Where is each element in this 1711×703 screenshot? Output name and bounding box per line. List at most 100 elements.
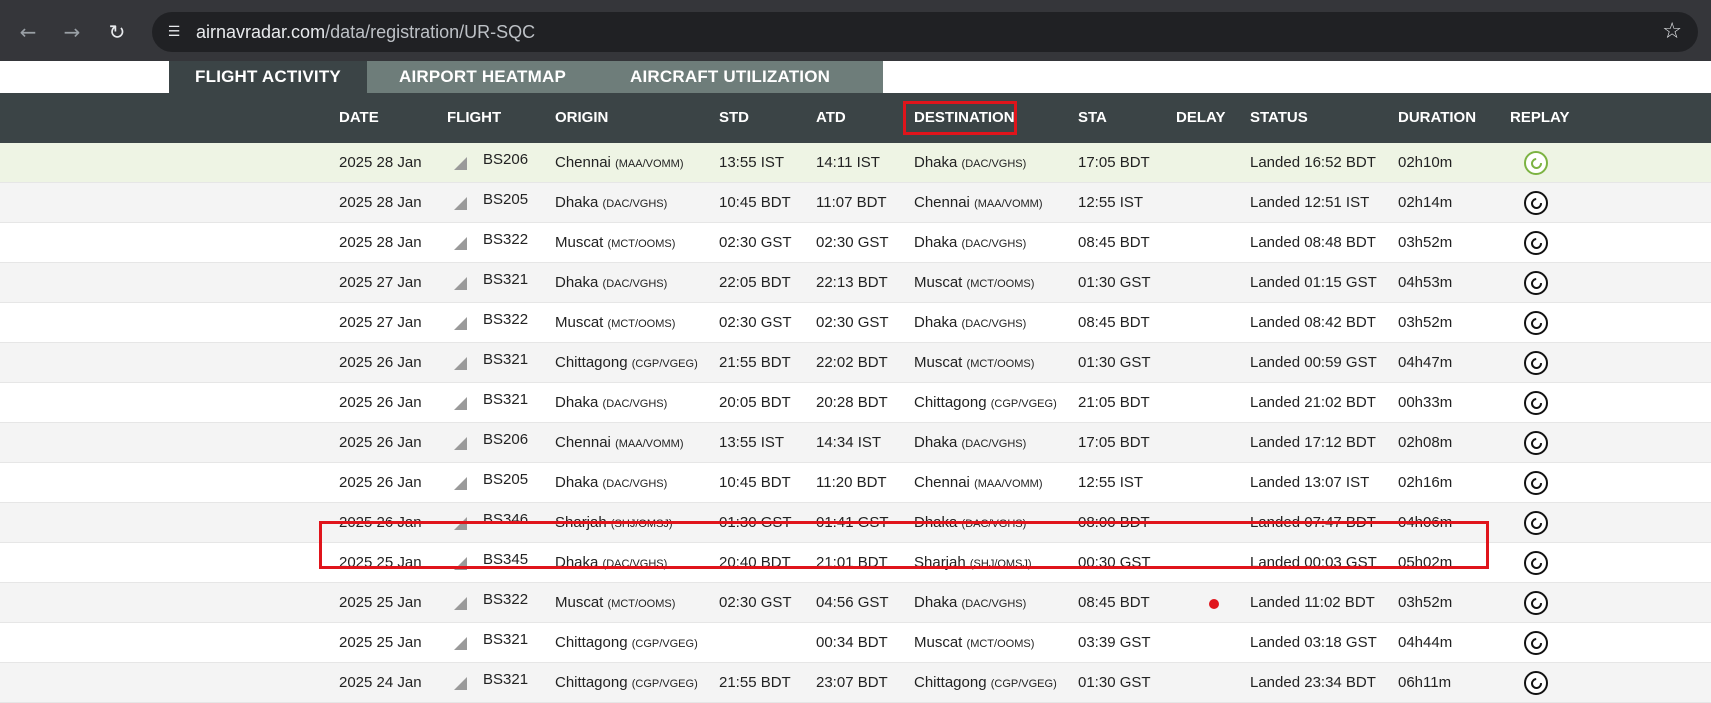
- table-row[interactable]: 2025 24 Jan BS321 Chittagong (CGP/VGEG) 21:…: [0, 663, 1711, 703]
- cell-destination[interactable]: Chennai (MAA/VOMM): [914, 474, 1043, 491]
- cell-origin[interactable]: Chennai (MAA/VOMM): [555, 154, 684, 171]
- col-delay[interactable]: DELAY: [1176, 109, 1225, 126]
- cell-origin[interactable]: Dhaka (DAC/VGHS): [555, 474, 667, 491]
- cell-origin[interactable]: Sharjah (SHJ/OMSJ): [555, 514, 673, 531]
- replay-icon[interactable]: [1524, 511, 1548, 535]
- cell-destination[interactable]: Dhaka (DAC/VGHS): [914, 594, 1026, 611]
- replay-icon-inner: [1528, 595, 1544, 611]
- cell-flight[interactable]: BS346: [483, 511, 528, 528]
- col-replay[interactable]: REPLAY: [1510, 109, 1569, 126]
- cell-origin[interactable]: Dhaka (DAC/VGHS): [555, 394, 667, 411]
- replay-icon[interactable]: [1524, 591, 1548, 615]
- replay-icon[interactable]: [1524, 551, 1548, 575]
- cell-destination[interactable]: Dhaka (DAC/VGHS): [914, 234, 1026, 251]
- table-row[interactable]: 2025 26 Jan BS321 Dhaka (DAC/VGHS) 20:05 BD…: [0, 383, 1711, 423]
- cell-flight[interactable]: BS321: [483, 631, 528, 648]
- replay-icon[interactable]: [1524, 391, 1548, 415]
- cell-origin[interactable]: Chittagong (CGP/VGEG): [555, 634, 698, 651]
- cell-destination[interactable]: Muscat (MCT/OOMS): [914, 354, 1034, 371]
- cell-flight[interactable]: BS322: [483, 311, 528, 328]
- table-row[interactable]: 2025 25 Jan BS322 Muscat (MCT/OOMS) 02:30 G…: [0, 583, 1711, 623]
- col-flight[interactable]: FLIGHT: [447, 109, 501, 126]
- origin-city: Dhaka: [555, 394, 599, 411]
- cell-origin[interactable]: Dhaka (DAC/VGHS): [555, 274, 667, 291]
- table-row[interactable]: 2025 26 Jan BS206 Chennai (MAA/VOMM) 13:55 …: [0, 423, 1711, 463]
- cell-origin[interactable]: Chittagong (CGP/VGEG): [555, 674, 698, 691]
- replay-icon[interactable]: [1524, 671, 1548, 695]
- cell-flight[interactable]: BS206: [483, 431, 528, 448]
- cell-destination[interactable]: Dhaka (DAC/VGHS): [914, 314, 1026, 331]
- table-row[interactable]: 2025 27 Jan BS321 Dhaka (DAC/VGHS) 22:05 BD…: [0, 263, 1711, 303]
- reload-icon[interactable]: ↻: [103, 18, 131, 46]
- cell-sta: 08:45 BDT: [1078, 234, 1150, 251]
- col-origin[interactable]: ORIGIN: [555, 109, 608, 126]
- delay-indicator-dot: [1209, 599, 1219, 609]
- forward-icon[interactable]: →: [58, 18, 86, 46]
- cell-destination[interactable]: Dhaka (DAC/VGHS): [914, 514, 1026, 531]
- cell-flight[interactable]: BS205: [483, 471, 528, 488]
- cell-flight[interactable]: BS321: [483, 271, 528, 288]
- table-row[interactable]: 2025 28 Jan BS205 Dhaka (DAC/VGHS) 10:45 BD…: [0, 183, 1711, 223]
- tab-aircraft-utilization[interactable]: AIRCRAFT UTILIZATION: [598, 61, 863, 93]
- cell-destination[interactable]: Chittagong (CGP/VGEG): [914, 674, 1057, 691]
- dest-code: (SHJ/OMSJ): [969, 558, 1032, 570]
- replay-icon[interactable]: [1524, 471, 1548, 495]
- cell-flight[interactable]: BS321: [483, 391, 528, 408]
- table-row[interactable]: 2025 25 Jan BS345 Dhaka (DAC/VGHS) 20:40 BD…: [0, 543, 1711, 583]
- replay-icon-inner: [1528, 675, 1544, 691]
- table-row[interactable]: 2025 28 Jan BS206 Chennai (MAA/VOMM) 13:55 …: [0, 143, 1711, 183]
- cell-destination[interactable]: Chennai (MAA/VOMM): [914, 194, 1043, 211]
- replay-icon[interactable]: [1524, 271, 1548, 295]
- back-icon[interactable]: ←: [14, 18, 42, 46]
- cell-destination[interactable]: Chittagong (CGP/VGEG): [914, 394, 1057, 411]
- col-std[interactable]: STD: [719, 109, 749, 126]
- cell-origin[interactable]: Dhaka (DAC/VGHS): [555, 194, 667, 211]
- cell-flight[interactable]: BS345: [483, 551, 528, 568]
- cell-origin[interactable]: Chittagong (CGP/VGEG): [555, 354, 698, 371]
- site-settings-icon[interactable]: ☰: [162, 20, 186, 44]
- cell-flight[interactable]: BS206: [483, 151, 528, 168]
- url-text[interactable]: airnavradar.com/data/registration/UR-SQC: [196, 22, 535, 43]
- col-date[interactable]: DATE: [339, 109, 379, 126]
- table-row[interactable]: 2025 26 Jan BS321 Chittagong (CGP/VGEG) 21:…: [0, 343, 1711, 383]
- tab-airport-heatmap[interactable]: AIRPORT HEATMAP: [367, 61, 599, 93]
- tab-flight-activity[interactable]: FLIGHT ACTIVITY: [169, 61, 367, 93]
- replay-icon[interactable]: [1524, 151, 1548, 175]
- replay-icon[interactable]: [1524, 231, 1548, 255]
- cell-flight[interactable]: BS322: [483, 231, 528, 248]
- cell-std: 02:30 GST: [719, 314, 792, 331]
- replay-icon[interactable]: [1524, 191, 1548, 215]
- table-row[interactable]: 2025 27 Jan BS322 Muscat (MCT/OOMS) 02:30 G…: [0, 303, 1711, 343]
- cell-flight[interactable]: BS321: [483, 671, 528, 688]
- cell-destination[interactable]: Sharjah (SHJ/OMSJ): [914, 554, 1032, 571]
- address-bar[interactable]: ☰ airnavradar.com/data/registration/UR-S…: [152, 12, 1698, 52]
- replay-icon[interactable]: [1524, 311, 1548, 335]
- bookmark-star-icon[interactable]: ☆: [1662, 19, 1682, 44]
- col-sta[interactable]: STA: [1078, 109, 1107, 126]
- cell-flight[interactable]: BS322: [483, 591, 528, 608]
- table-row[interactable]: 2025 28 Jan BS322 Muscat (MCT/OOMS) 02:30 G…: [0, 223, 1711, 263]
- col-atd[interactable]: ATD: [816, 109, 846, 126]
- cell-origin[interactable]: Muscat (MCT/OOMS): [555, 234, 675, 251]
- table-row[interactable]: 2025 26 Jan BS205 Dhaka (DAC/VGHS) 10:45 BD…: [0, 463, 1711, 503]
- table-row[interactable]: 2025 25 Jan BS321 Chittagong (CGP/VGEG) 00:…: [0, 623, 1711, 663]
- replay-icon[interactable]: [1524, 431, 1548, 455]
- cell-flight[interactable]: BS321: [483, 351, 528, 368]
- cell-status: Landed 00:59 GST: [1250, 354, 1377, 371]
- table-row[interactable]: 2025 26 Jan BS346 Sharjah (SHJ/OMSJ) 01:30 …: [0, 503, 1711, 543]
- cell-destination[interactable]: Dhaka (DAC/VGHS): [914, 434, 1026, 451]
- cell-origin[interactable]: Muscat (MCT/OOMS): [555, 314, 675, 331]
- cell-flight[interactable]: BS205: [483, 191, 528, 208]
- replay-icon[interactable]: [1524, 351, 1548, 375]
- cell-origin[interactable]: Dhaka (DAC/VGHS): [555, 554, 667, 571]
- col-duration[interactable]: DURATION: [1398, 109, 1476, 126]
- cell-origin[interactable]: Chennai (MAA/VOMM): [555, 434, 684, 451]
- replay-icon[interactable]: [1524, 631, 1548, 655]
- cell-origin[interactable]: Muscat (MCT/OOMS): [555, 594, 675, 611]
- replay-icon-inner: [1528, 195, 1544, 211]
- col-status[interactable]: STATUS: [1250, 109, 1308, 126]
- cell-destination[interactable]: Dhaka (DAC/VGHS): [914, 154, 1026, 171]
- cell-duration: 02h16m: [1398, 474, 1453, 491]
- cell-destination[interactable]: Muscat (MCT/OOMS): [914, 274, 1034, 291]
- cell-destination[interactable]: Muscat (MCT/OOMS): [914, 634, 1034, 651]
